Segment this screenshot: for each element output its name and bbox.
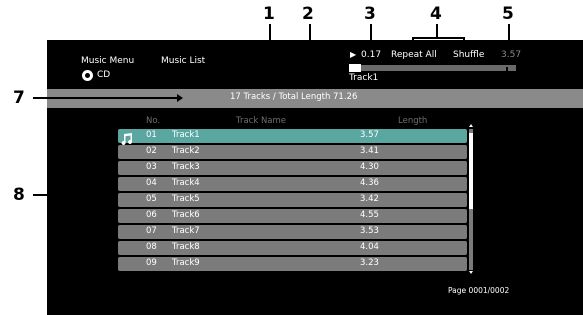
callout-2: 2 xyxy=(302,4,314,24)
callout-2-line-h xyxy=(309,55,343,57)
track-length: 3.41 xyxy=(360,146,379,156)
callout-5-line xyxy=(508,24,510,46)
column-header-track-name: Track Name xyxy=(236,116,287,126)
callout-8: 8 xyxy=(13,185,25,205)
source-label: CD xyxy=(97,70,111,80)
track-length: 3.57 xyxy=(360,130,379,140)
page-indicator: Page 0001/0002 xyxy=(448,286,510,295)
callout-6-line-h xyxy=(506,76,561,78)
track-name: Track4 xyxy=(172,178,200,188)
callout-1-line-h xyxy=(269,77,344,79)
callout-1-arrowhead xyxy=(341,74,347,82)
track-summary: 17 Tracks / Total Length 71.26 xyxy=(230,92,358,102)
track-row[interactable]: 07 Track7 3.53 xyxy=(118,225,467,239)
callout-3-line xyxy=(370,24,372,46)
shuffle-status: Shuffle xyxy=(453,50,485,60)
progress-bar-fill xyxy=(349,64,361,72)
track-row[interactable]: 01 Track1 3.57 xyxy=(118,129,467,143)
scroll-down-arrow[interactable] xyxy=(469,271,473,274)
track-name: Track2 xyxy=(172,146,200,156)
track-name: Track1 xyxy=(172,130,200,140)
column-header-length: Length xyxy=(398,116,428,126)
track-row[interactable]: 08 Track8 4.04 xyxy=(118,241,467,255)
callout-5: 5 xyxy=(502,4,514,24)
track-length: 4.55 xyxy=(360,210,379,220)
disc-icon xyxy=(82,70,93,81)
callout-4-right-leg xyxy=(463,37,465,47)
track-row[interactable]: 09 Track9 3.23 xyxy=(118,257,467,271)
track-name: Track7 xyxy=(172,226,200,236)
elapsed-time: 0.17 xyxy=(361,50,382,60)
callout-7: 7 xyxy=(13,88,25,108)
callout-8-bottom xyxy=(99,271,109,273)
track-row[interactable]: 04 Track4 4.36 xyxy=(118,177,467,191)
track-length: 4.04 xyxy=(360,242,379,252)
track-length: 4.36 xyxy=(360,178,379,188)
callout-8-line xyxy=(33,194,99,196)
callout-2-line xyxy=(309,24,311,57)
total-time: 3.57 xyxy=(501,50,522,60)
repeat-status: Repeat All xyxy=(391,50,437,60)
track-row[interactable]: 03 Track3 4.30 xyxy=(118,161,467,175)
callout-7-arrowhead xyxy=(177,94,183,102)
track-number: 02 xyxy=(146,146,157,156)
track-number: 01 xyxy=(146,130,157,140)
callout-4-bracket xyxy=(412,37,465,39)
callout-1: 1 xyxy=(263,4,275,24)
music-list-label: Music List xyxy=(161,56,206,66)
track-number: 03 xyxy=(146,162,157,172)
callout-8-top xyxy=(99,128,109,130)
track-name: Track9 xyxy=(172,258,200,268)
music-note-icon xyxy=(120,130,134,145)
track-length: 3.53 xyxy=(360,226,379,236)
track-name: Track6 xyxy=(172,210,200,220)
track-row[interactable]: 02 Track2 3.41 xyxy=(118,145,467,159)
track-number: 05 xyxy=(146,194,157,204)
progress-bar-track xyxy=(360,65,516,71)
track-length: 3.23 xyxy=(360,258,379,268)
scrollbar-thumb[interactable] xyxy=(469,133,473,209)
track-length: 3.42 xyxy=(360,194,379,204)
callout-3: 3 xyxy=(364,4,376,24)
play-icon: ▶ xyxy=(350,50,357,59)
scroll-up-arrow[interactable] xyxy=(469,124,473,127)
callout-8-bracket xyxy=(99,128,101,273)
track-number: 09 xyxy=(146,258,157,268)
music-menu-label: Music Menu xyxy=(81,56,135,66)
callout-2-arrowhead xyxy=(340,52,346,60)
column-header-no: No. xyxy=(146,116,161,126)
callout-7-line xyxy=(33,97,179,99)
callout-4-left-leg xyxy=(412,37,414,47)
track-length: 4.30 xyxy=(360,162,379,172)
track-name: Track8 xyxy=(172,242,200,252)
callout-4-line xyxy=(436,24,438,38)
track-number: 04 xyxy=(146,178,157,188)
track-number: 06 xyxy=(146,210,157,220)
track-name: Track3 xyxy=(172,162,200,172)
callout-4: 4 xyxy=(430,4,442,24)
track-name: Track5 xyxy=(172,194,200,204)
callout-1-line xyxy=(269,24,271,79)
track-row[interactable]: 06 Track6 4.55 xyxy=(118,209,467,223)
track-number: 07 xyxy=(146,226,157,236)
current-track-name: Track1 xyxy=(349,73,379,83)
track-number: 08 xyxy=(146,242,157,252)
track-row[interactable]: 05 Track5 3.42 xyxy=(118,193,467,207)
